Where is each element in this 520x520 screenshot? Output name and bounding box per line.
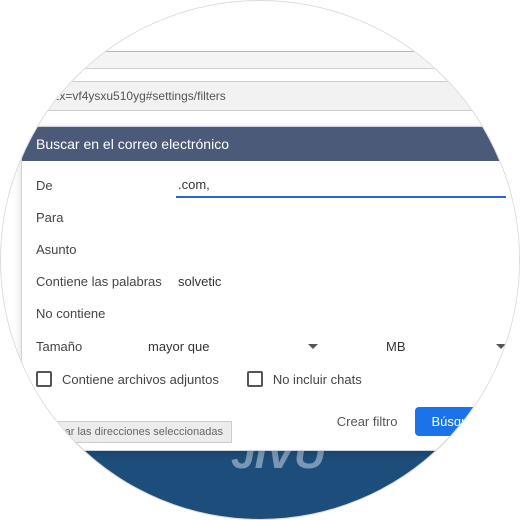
panel-title: Buscar en el correo electrónico — [22, 127, 520, 161]
size-unit-value: MB — [386, 339, 406, 354]
size-label: Tamaño — [36, 339, 136, 354]
exclude-chats-checkbox[interactable]: No incluir chats — [247, 371, 362, 387]
exclude-chats-label: No incluir chats — [273, 372, 362, 387]
size-operator-value: mayor que — [148, 339, 209, 354]
has-words-label: Contiene las palabras — [36, 274, 176, 289]
chevron-down-icon — [496, 344, 506, 349]
create-filter-link[interactable]: Crear filtro — [337, 414, 398, 429]
has-attachment-checkbox[interactable]: Contiene archivos adjuntos — [36, 371, 219, 387]
size-unit-select[interactable]: MB — [386, 335, 506, 358]
to-label: Para — [36, 210, 176, 225]
to-input[interactable] — [176, 205, 506, 229]
window-chrome-stripe — [0, 51, 520, 69]
not-contains-input[interactable] — [176, 301, 506, 325]
search-mail-panel: Buscar en el correo electrónico De Para … — [21, 126, 520, 451]
from-label: De — [36, 178, 176, 193]
checkbox-icon — [247, 371, 263, 387]
not-contains-label: No contiene — [36, 306, 176, 321]
address-bar[interactable]: /mail/u/0/?zx=vf4ysxu510yg#settings/filt… — [0, 81, 520, 111]
url-text: /mail/u/0/?zx=vf4ysxu510yg#settings/filt… — [0, 89, 226, 103]
has-attachment-label: Contiene archivos adjuntos — [62, 372, 219, 387]
has-words-value[interactable]: solvetic — [176, 270, 506, 293]
checkbox-icon — [36, 371, 52, 387]
size-operator-select[interactable]: mayor que — [148, 335, 318, 358]
background-footer-text: Con — [501, 501, 520, 513]
search-button[interactable]: Búsqueda — [415, 407, 506, 436]
subject-label: Asunto — [36, 242, 176, 257]
unblock-selected-button[interactable]: esbloquear las direcciones seleccionadas — [11, 421, 232, 443]
from-input[interactable] — [176, 173, 506, 198]
subject-input[interactable] — [176, 237, 506, 261]
chevron-down-icon — [308, 344, 318, 349]
